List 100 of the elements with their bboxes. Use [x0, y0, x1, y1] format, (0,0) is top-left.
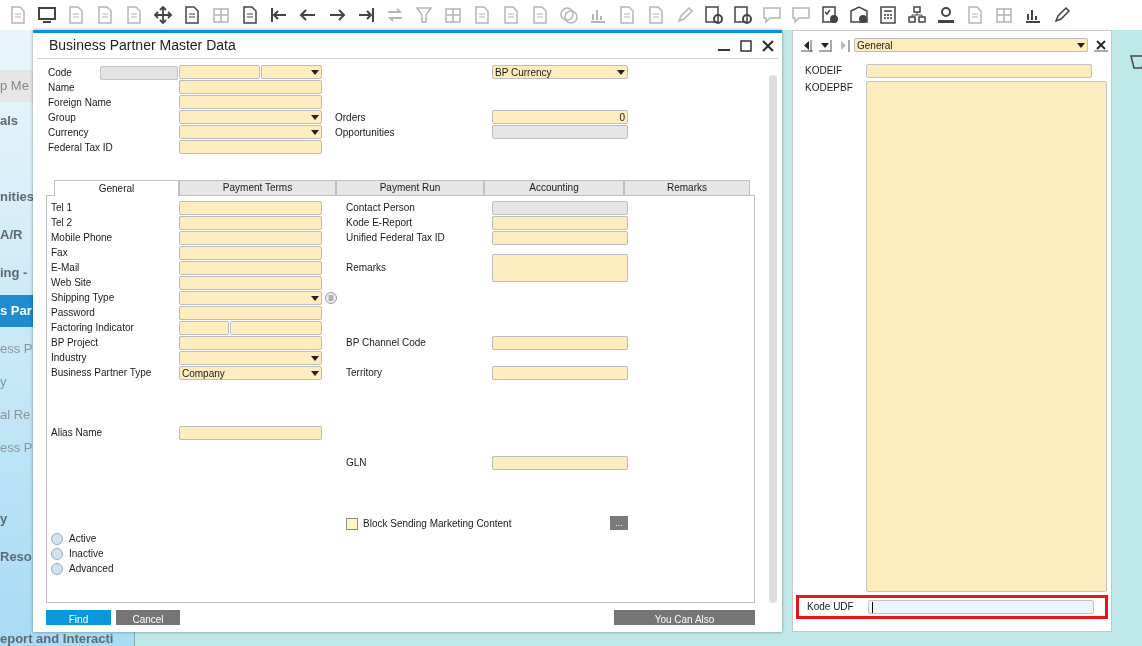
- input-field[interactable]: [179, 426, 322, 440]
- document-icon[interactable]: [240, 5, 260, 25]
- input-field[interactable]: [179, 201, 322, 215]
- field-label: BP Project: [51, 336, 100, 350]
- field-label: Web Site: [51, 276, 93, 290]
- input-field[interactable]: 0: [492, 110, 628, 124]
- input-field[interactable]: [868, 600, 1094, 614]
- input-field[interactable]: [492, 366, 628, 380]
- hierarchy-icon[interactable]: [907, 5, 927, 25]
- input-field[interactable]: [179, 231, 322, 245]
- scrollbar[interactable]: [769, 75, 777, 603]
- sidebar-item[interactable]: als: [0, 105, 19, 137]
- field-label: BP Channel Code: [346, 336, 427, 350]
- dropdown[interactable]: [261, 65, 322, 79]
- move-icon[interactable]: [153, 5, 173, 25]
- person-icon[interactable]: [936, 5, 956, 25]
- input-field[interactable]: [179, 276, 322, 290]
- sidebar-item[interactable]: y: [0, 503, 8, 535]
- checkbox[interactable]: [346, 517, 358, 530]
- more-button[interactable]: ...: [610, 516, 628, 530]
- field-label: Factoring Indicator: [51, 321, 135, 335]
- input-field[interactable]: [179, 306, 322, 320]
- sidebar-item[interactable]: ess P: [0, 333, 33, 365]
- caret-down-icon[interactable]: [818, 38, 832, 52]
- input-field[interactable]: [230, 321, 322, 335]
- text-area[interactable]: [492, 254, 628, 282]
- input-field[interactable]: [866, 64, 1092, 78]
- tab[interactable]: Accounting: [484, 180, 624, 196]
- first-record-icon[interactable]: [269, 5, 289, 25]
- sidebar-item[interactable]: ing -: [0, 257, 28, 289]
- field-label: Tel 1: [51, 201, 74, 215]
- input-field[interactable]: [179, 140, 322, 154]
- tab[interactable]: Payment Run: [336, 180, 484, 196]
- sidebar-item[interactable]: A/R: [0, 219, 23, 251]
- dropdown[interactable]: Company: [179, 366, 322, 380]
- grid-icon[interactable]: [994, 5, 1014, 25]
- field-label: GLN: [346, 456, 368, 470]
- input-field[interactable]: [492, 336, 628, 350]
- field-label: Tel 2: [51, 216, 74, 230]
- input-field[interactable]: [179, 246, 322, 260]
- dropdown[interactable]: BP Currency: [492, 65, 628, 79]
- input-field[interactable]: [492, 231, 628, 245]
- tab[interactable]: General: [54, 180, 179, 197]
- sidebar-item[interactable]: al Re: [0, 399, 31, 431]
- sidebar-item[interactable]: Reso: [0, 541, 32, 573]
- field-label: E-Mail: [51, 261, 81, 275]
- action-button[interactable]: Cancel: [116, 610, 180, 625]
- checklist-icon[interactable]: [820, 5, 840, 25]
- input-field[interactable]: [492, 216, 628, 230]
- previous-icon[interactable]: [800, 38, 814, 52]
- speech-bubble-icon[interactable]: [762, 5, 782, 25]
- document-icon[interactable]: [182, 5, 202, 25]
- input-field[interactable]: [179, 261, 322, 275]
- caret-icon: [617, 69, 625, 75]
- filter-icon[interactable]: [414, 5, 434, 25]
- sidebar-item[interactable]: nities: [0, 181, 34, 213]
- sidebar-item[interactable]: p Me: [0, 70, 33, 102]
- monitor-icon[interactable]: [37, 5, 57, 25]
- field-label: Inactive: [69, 546, 104, 561]
- radio-button[interactable]: [51, 532, 63, 545]
- caret-icon: [311, 114, 319, 120]
- input-field[interactable]: [179, 216, 322, 230]
- input-field[interactable]: [179, 95, 322, 109]
- radio-button[interactable]: [51, 562, 63, 575]
- field-label: Foreign Name: [48, 95, 112, 110]
- maximize-icon[interactable]: [740, 39, 752, 52]
- input-field[interactable]: [179, 321, 229, 335]
- field-label: Kode E-Report: [346, 216, 414, 230]
- field-label: Territory: [346, 366, 384, 380]
- text-area[interactable]: [866, 81, 1107, 592]
- coin-icon[interactable]: [559, 5, 579, 25]
- last-record-icon[interactable]: [356, 5, 376, 25]
- caret-icon: [1077, 42, 1085, 48]
- calculator-icon[interactable]: [878, 5, 898, 25]
- input-field[interactable]: [179, 80, 322, 94]
- sidebar-item[interactable]: eport and Interacti: [0, 632, 114, 646]
- list-icon[interactable]: [325, 292, 337, 304]
- caret-icon: [311, 129, 319, 135]
- field-label: Group: [48, 110, 76, 125]
- input-field[interactable]: [179, 65, 260, 79]
- sidebar-item[interactable]: ess P: [0, 432, 33, 464]
- sidebar-item[interactable]: y: [0, 366, 7, 398]
- input-field[interactable]: [179, 336, 322, 350]
- pencil-icon[interactable]: [1052, 5, 1072, 25]
- tab[interactable]: Remarks: [624, 180, 750, 196]
- field-label: Advanced: [69, 561, 114, 576]
- close-icon[interactable]: [1094, 38, 1108, 52]
- sidebar-item[interactable]: s Par: [0, 295, 33, 327]
- field-label: Orders: [335, 110, 366, 125]
- field-label: Currency: [48, 125, 89, 140]
- speech-bubble-icon[interactable]: [791, 5, 811, 25]
- radio-button[interactable]: [51, 547, 63, 560]
- menu-button[interactable]: You Can Also: [614, 610, 755, 625]
- dropdown[interactable]: General: [854, 38, 1088, 52]
- tab[interactable]: Payment Terms: [179, 180, 336, 196]
- action-button[interactable]: Find: [46, 610, 111, 625]
- close-icon[interactable]: [762, 39, 774, 52]
- grid-icon[interactable]: [211, 5, 231, 25]
- input-field[interactable]: [492, 456, 628, 470]
- caret-icon: [311, 295, 319, 301]
